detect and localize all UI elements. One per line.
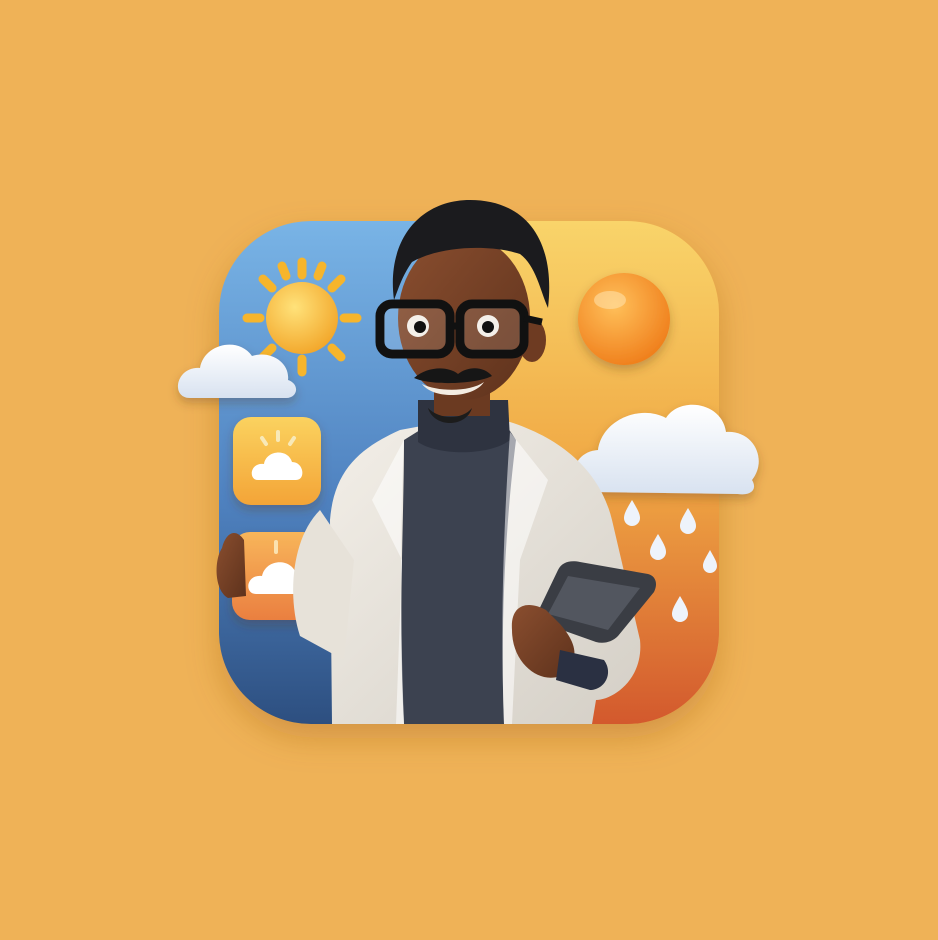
turtleneck-sweater xyxy=(401,428,516,724)
orange-sun-icon xyxy=(578,273,670,365)
weather-app-icon-sun-cloud xyxy=(233,417,321,505)
illustration-canvas xyxy=(177,200,759,724)
weather-app-illustration xyxy=(0,0,938,940)
